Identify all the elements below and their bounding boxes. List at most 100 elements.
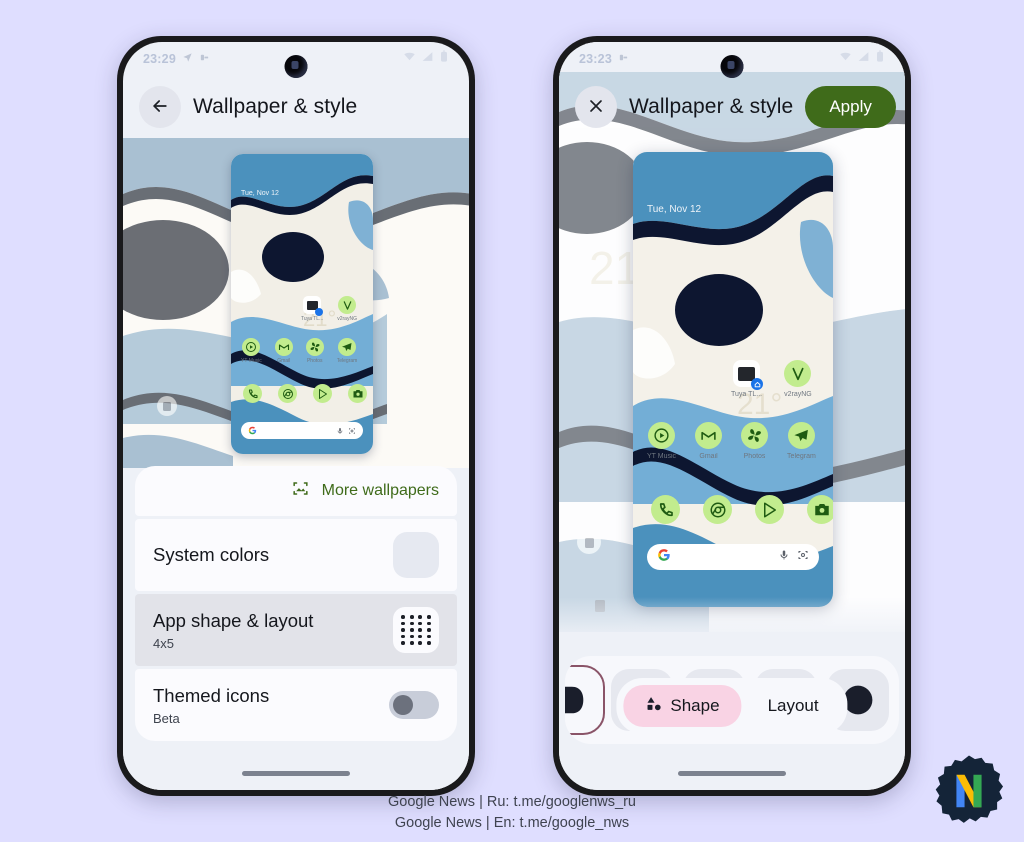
app-icon-telegram[interactable]: Telegram (787, 422, 816, 460)
status-time: 23:29 (143, 52, 176, 66)
v2rayng-icon (338, 296, 357, 314)
dock-icon-play-store[interactable] (313, 384, 332, 403)
back-button[interactable] (139, 86, 181, 128)
settings-row-themed-icons[interactable]: Themed icons Beta (135, 669, 457, 741)
app-icon-v2rayng[interactable]: v2rayNG (784, 360, 812, 398)
camera-icon (807, 495, 833, 524)
preview-dock (243, 384, 367, 403)
wallpaper-preview-card[interactable]: 21° Tue, Nov 12 Tuya TL... v2rayNG YT Mu… (231, 154, 373, 454)
preview-app-row-1: Tuya TL... v2rayNG (731, 360, 812, 398)
tab-layout[interactable]: Layout (746, 686, 841, 726)
phone-icon (243, 384, 262, 403)
google-g-icon (657, 548, 671, 567)
app-icon-gmail[interactable]: Gmail (695, 422, 723, 460)
close-button[interactable] (575, 86, 617, 128)
app-icon-photos[interactable]: Photos (305, 338, 324, 364)
google-lens-icon[interactable] (348, 422, 356, 440)
more-wallpapers-label: More wallpapers (321, 482, 439, 499)
dock-icon-phone[interactable] (243, 384, 262, 403)
settings-row-app-shape-layout[interactable]: App shape & layout 4x5 (135, 594, 457, 666)
shape-option-arch-shape[interactable] (565, 665, 605, 735)
app-icon-tuya[interactable]: Tuya TL... (731, 360, 764, 398)
tab-label: Shape (670, 696, 720, 715)
microphone-icon[interactable] (778, 548, 790, 566)
left-nav-gesture-pill[interactable] (242, 771, 350, 776)
app-icon-v2rayng[interactable]: v2rayNG (337, 296, 357, 322)
settings-row-system-colors[interactable]: System colors (135, 519, 457, 591)
color-swatch-preview[interactable] (393, 532, 439, 578)
themed-icons-toggle[interactable] (389, 691, 439, 719)
app-label: Tuya TL... (301, 316, 324, 322)
v2rayng-icon (784, 360, 812, 387)
image-gallery-icon (291, 479, 310, 503)
shapes-icon (645, 695, 662, 717)
row-title: App shape & layout (153, 610, 314, 632)
right-nav-gesture-pill[interactable] (678, 771, 786, 776)
app-icon-telegram[interactable]: Telegram (336, 338, 358, 364)
dock-icon-phone[interactable] (651, 495, 680, 524)
preview-app-row-2: YT Music Gmail Photos Telegram (241, 338, 357, 364)
play-store-icon (313, 384, 332, 403)
google-news-n-logo (932, 754, 1006, 828)
grid-preview-4x5[interactable] (393, 607, 439, 653)
settings-list: More wallpapers System colors App shape … (135, 466, 457, 741)
preview-clock-widget: Tue, Nov 12 (647, 204, 702, 215)
phone-icon (651, 495, 680, 524)
apply-button[interactable]: Apply (805, 86, 896, 128)
preview-app-row-1: Tuya TL... v2rayNG (301, 296, 357, 322)
preview-google-search-bar[interactable] (241, 422, 363, 439)
left-camera-punch-hole (284, 55, 308, 78)
app-label: Telegram (787, 453, 816, 460)
preview-home-screen-large: Tue, Nov 12 Tuya TL... v2rayNG YT Music … (633, 152, 833, 607)
row-title: Themed icons (153, 685, 270, 707)
photos-icon (305, 338, 324, 356)
more-wallpapers-row[interactable]: More wallpapers (135, 466, 457, 516)
microphone-icon[interactable] (336, 422, 344, 440)
app-label: Gmail (277, 358, 291, 364)
app-label: YT Music (241, 358, 262, 364)
signal-icon (421, 50, 434, 68)
preview-home-screen: Tue, Nov 12 Tuya TL... v2rayNG YT Music … (231, 154, 373, 454)
app-icon-tuya[interactable]: Tuya TL... (301, 296, 323, 322)
tab-label: Layout (767, 696, 819, 715)
right-phone-screen: 21° 21° Tue, Nov 12 Tuya TL... v2rayNG Y… (559, 42, 905, 790)
app-label: YT Music (647, 453, 677, 460)
telegram-icon (338, 338, 357, 356)
right-app-bar: Wallpaper & style Apply (559, 76, 905, 138)
dock-icon-chrome[interactable] (703, 495, 732, 524)
app-label: v2rayNG (337, 316, 357, 322)
preview-fade-overlay (123, 744, 469, 790)
app-label: Telegram (336, 358, 358, 364)
vpn-key-icon (199, 50, 210, 68)
chrome-icon (703, 495, 732, 524)
gmail-icon (695, 422, 723, 449)
page-title: Wallpaper & style (629, 95, 794, 118)
dock-icon-camera[interactable] (807, 495, 833, 524)
footer-line-en: Google News | En: t.me/google_nws (394, 814, 630, 831)
tab-shape[interactable]: Shape (623, 685, 742, 727)
close-icon (586, 96, 606, 119)
left-phone-frame: 21° Tue, Nov 12 Tuya TL... v2rayNG YT Mu… (117, 36, 475, 796)
arrow-left-icon (150, 96, 170, 119)
app-icon-yt-music[interactable]: YT Music (647, 422, 676, 460)
google-lens-icon[interactable] (797, 548, 809, 566)
yt-music-icon (648, 422, 676, 449)
google-g-icon (248, 422, 257, 440)
photos-icon (741, 422, 769, 449)
app-icon-gmail[interactable]: Gmail (274, 338, 293, 364)
left-phone-screen: 21° Tue, Nov 12 Tuya TL... v2rayNG YT Mu… (123, 42, 469, 790)
app-icon-photos[interactable]: Photos (741, 422, 769, 460)
camera-icon (348, 384, 367, 403)
tuya-icon (303, 296, 324, 316)
app-icon-yt-music[interactable]: YT Music (241, 338, 262, 364)
location-icon (182, 50, 193, 68)
app-label: Gmail (699, 453, 718, 460)
preview-google-search-bar[interactable] (647, 544, 819, 570)
dock-icon-play-store[interactable] (755, 495, 784, 524)
wallpaper-preview-large[interactable]: 21° Tue, Nov 12 Tuya TL... v2rayNG YT Mu… (633, 152, 833, 607)
right-preview-fade-overlay (559, 597, 905, 657)
dock-icon-camera[interactable] (348, 384, 367, 403)
dock-icon-chrome[interactable] (278, 384, 297, 403)
preview-dock (651, 495, 833, 524)
right-phone-frame: 21° 21° Tue, Nov 12 Tuya TL... v2rayNG Y… (553, 36, 911, 796)
